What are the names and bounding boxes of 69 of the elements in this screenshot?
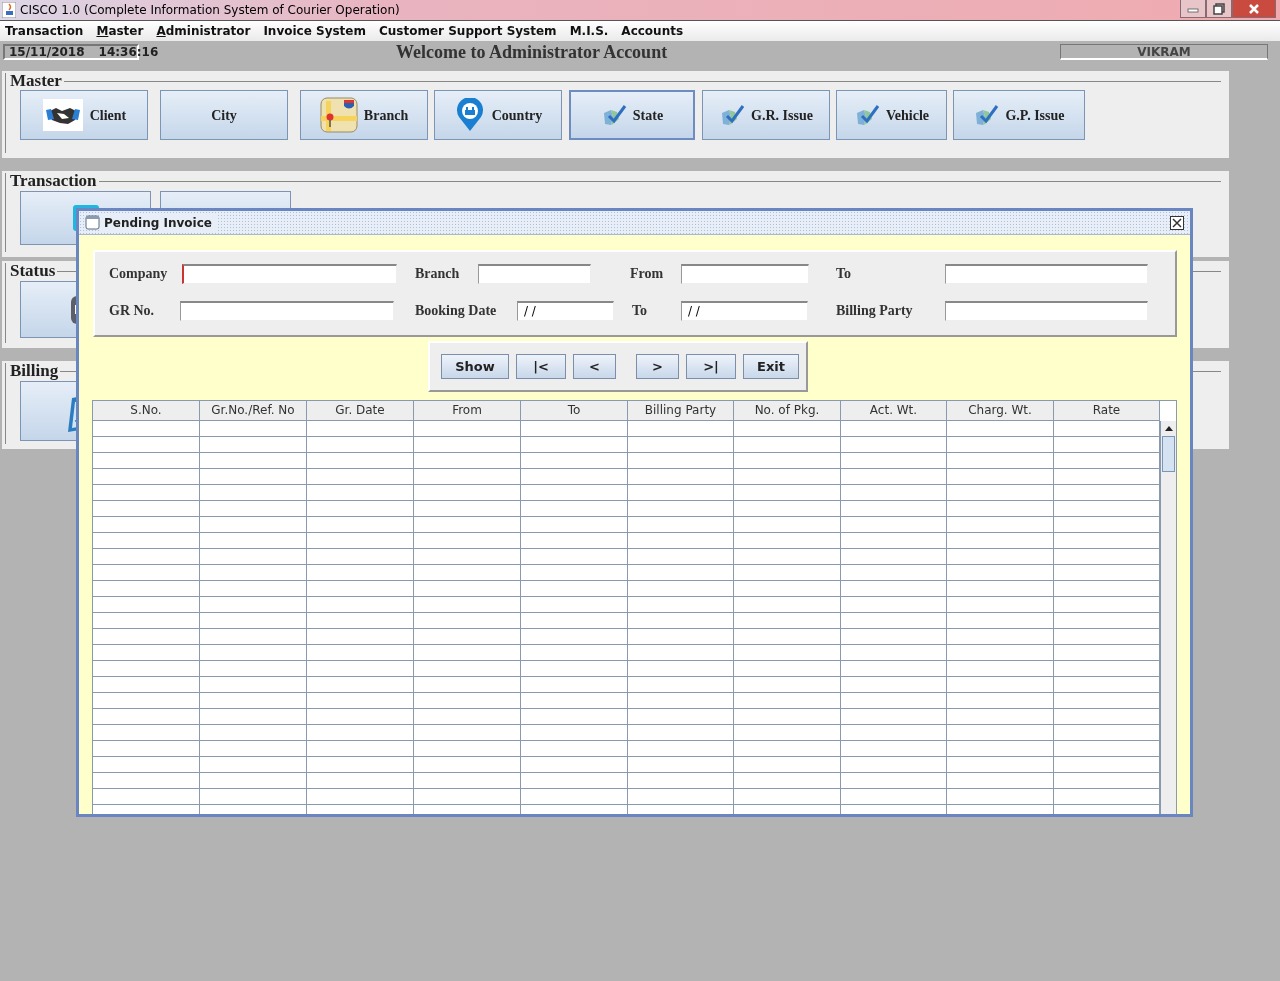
column-header: S.No. [93, 401, 200, 420]
section-title: Status [9, 262, 57, 280]
nav-button[interactable]: >| [686, 354, 736, 379]
date-text: 15/11/2018 [9, 45, 85, 58]
input-field[interactable] [180, 300, 394, 321]
restore-icon [1213, 2, 1225, 15]
close-button[interactable] [1170, 215, 1184, 230]
master-button[interactable]: G.R. Issue [702, 90, 830, 140]
field-label: From [630, 265, 665, 283]
column-header: Gr.No./Ref. No [200, 401, 307, 420]
menu-item[interactable]: Master [96, 22, 144, 40]
handshake-icon [41, 98, 84, 132]
close-icon [1248, 3, 1260, 14]
nav-button[interactable]: Show [441, 354, 509, 379]
welcome-text: Welcome to Administrator Account [396, 41, 668, 64]
map-icon [319, 97, 358, 133]
field-label: To [632, 302, 649, 320]
dialog-title: Pending Invoice [100, 213, 216, 232]
close-icon [1170, 215, 1184, 230]
field-label: GR No. [109, 302, 156, 320]
java-cup-icon [2, 2, 16, 18]
window-icon [85, 215, 100, 230]
section-title: Transaction [9, 172, 98, 190]
field-label: To [836, 265, 853, 283]
nav-button[interactable]: |< [516, 354, 566, 379]
menu-item[interactable]: Invoice System [263, 22, 366, 40]
field-label: Branch [415, 265, 461, 283]
column-header: To [521, 401, 628, 420]
master-button[interactable]: Country [434, 90, 562, 140]
master-button[interactable]: State [569, 90, 695, 140]
input-field[interactable] [182, 263, 397, 284]
nav-button[interactable]: Exit [743, 354, 799, 379]
master-button[interactable]: Branch [300, 90, 428, 140]
window-title: CISCO 1.0 (Complete Information System of Courier Operation) [20, 2, 400, 19]
menu-item[interactable]: M.I.S. [569, 22, 609, 40]
field-label: Company [109, 265, 169, 283]
nav-button[interactable]: < [573, 354, 616, 379]
scroll-thumb[interactable] [1162, 436, 1175, 472]
column-header: Rate [1054, 401, 1160, 420]
map-icon [973, 103, 1000, 127]
field-label: Booking Date [415, 302, 498, 320]
master-button[interactable]: Vehicle [836, 90, 947, 140]
master-button[interactable]: City [160, 90, 288, 140]
user-name: VIKRAM [1060, 43, 1268, 60]
input-field[interactable] [945, 300, 1148, 321]
column-header: Charg. Wt. [947, 401, 1054, 420]
menu-item[interactable]: Transaction [5, 22, 84, 40]
input-field[interactable]: / / [517, 300, 614, 321]
section-title: Billing [9, 362, 60, 380]
menu-item[interactable]: Administrator [156, 22, 251, 40]
input-field[interactable]: / / [681, 300, 808, 321]
column-header: No. of Pkg. [734, 401, 841, 420]
menu-item[interactable]: Accounts [621, 22, 684, 40]
master-button[interactable]: Client [20, 90, 148, 140]
map-icon [719, 103, 746, 127]
input-field[interactable] [945, 263, 1148, 284]
column-header: Gr. Date [307, 401, 414, 420]
input-field[interactable] [681, 263, 809, 284]
nav-button[interactable]: > [636, 354, 679, 379]
input-field[interactable] [478, 263, 591, 284]
menu-item[interactable]: Customer Support System [379, 22, 557, 40]
restore-button[interactable] [1206, 0, 1232, 18]
column-header: From [414, 401, 521, 420]
field-label: Billing Party [836, 302, 914, 320]
master-button[interactable]: G.P. Issue [953, 90, 1085, 140]
column-header: Act. Wt. [841, 401, 947, 420]
section-title: Master [9, 72, 63, 90]
column-header: Billing Party [628, 401, 734, 420]
time-text: 14:36:16 [98, 45, 159, 58]
